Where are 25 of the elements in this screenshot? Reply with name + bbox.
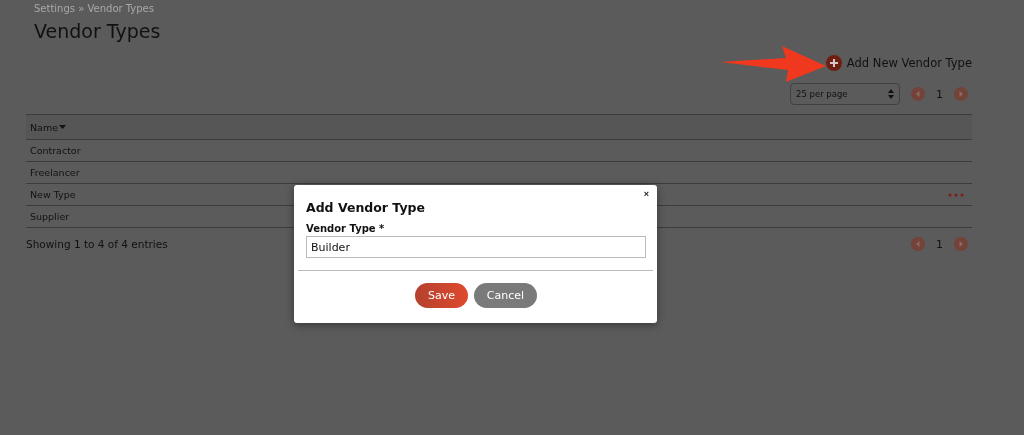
page-title: Vendor Types xyxy=(34,20,162,42)
vendor-type-input[interactable]: Builder xyxy=(306,236,646,258)
next-page-icon[interactable] xyxy=(954,237,968,251)
close-button[interactable]: × xyxy=(643,189,649,199)
breadcrumb: Settings » Vendor Types xyxy=(33,2,155,14)
modal-title: Add Vendor Type xyxy=(306,200,426,215)
table-cell: Contractor xyxy=(30,145,81,156)
plus-circle-icon xyxy=(825,55,842,71)
field-label: Vendor Type * xyxy=(306,223,386,234)
previous-page-icon[interactable] xyxy=(911,237,925,251)
entries-info: Showing 1 to 4 of 4 entries xyxy=(26,238,168,250)
previous-page-icon[interactable] xyxy=(911,87,925,101)
table-cell: New Type xyxy=(30,189,76,200)
table-cell: Freelancer xyxy=(30,167,80,178)
updown-icon xyxy=(888,89,894,99)
page-number[interactable]: 1 xyxy=(933,237,946,251)
page-number[interactable]: 1 xyxy=(933,87,946,101)
table-cell: Supplier xyxy=(30,211,70,222)
more-options-icon[interactable] xyxy=(948,192,964,197)
next-page-icon[interactable] xyxy=(954,87,968,101)
cancel-button[interactable]: Cancel xyxy=(474,283,537,308)
name-column-header[interactable]: Name xyxy=(30,121,67,133)
add-vendor-type-link[interactable]: Add New Vendor Type xyxy=(825,55,972,71)
save-button[interactable]: Save xyxy=(415,283,468,308)
per-page-select[interactable]: 25 per page xyxy=(790,83,900,105)
